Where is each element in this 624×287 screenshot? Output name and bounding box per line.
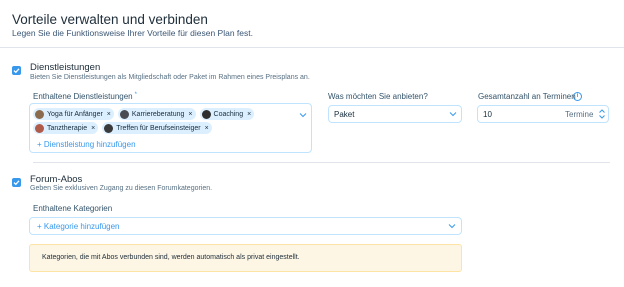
service-avatar <box>119 109 129 119</box>
divider <box>33 162 610 163</box>
benefits-panel: Vorteile verwalten und verbinden Legen S… <box>0 0 624 287</box>
services-description: Bieten Sie Dienstleistungen als Mitglied… <box>30 74 310 81</box>
notice-text: Kategorien, die mit Abos verbunden sind,… <box>42 254 300 261</box>
included-services-label-text: Enthaltene Dienstleistungen <box>33 92 133 101</box>
service-avatar <box>35 109 44 119</box>
service-avatar <box>35 123 44 133</box>
chip-row-1: Yoga für Anfänger × Karriereberatung × C… <box>33 108 255 120</box>
chip-label: Karriereberatung <box>131 110 185 118</box>
chevron-down-icon[interactable] <box>448 223 456 229</box>
service-chip: Treffen für Berufseinsteiger × <box>102 122 212 134</box>
chip-label: Coaching <box>213 110 244 118</box>
remove-chip-icon[interactable]: × <box>107 111 111 118</box>
total-sessions-unit: Termine <box>565 110 594 119</box>
services-title: Dienstleistungen <box>30 62 101 73</box>
add-service-link[interactable]: + Dienstleistung hinzufügen <box>37 140 136 149</box>
remove-chip-icon[interactable]: × <box>91 125 95 132</box>
forum-description: Geben Sie exklusiven Zugang zu diesen Fo… <box>30 185 213 192</box>
service-chip: Tanztherapie × <box>33 122 99 134</box>
included-services-label: Enthaltene Dienstleistungen * <box>33 92 137 101</box>
privacy-notice: Kategorien, die mit Abos verbunden sind,… <box>29 244 462 272</box>
service-chip: Coaching × <box>199 108 255 120</box>
service-chip: Karriereberatung × <box>117 108 196 120</box>
offer-value: Paket <box>334 110 355 119</box>
remove-chip-icon[interactable]: × <box>188 111 192 118</box>
forum-checkbox[interactable] <box>12 178 21 187</box>
remove-chip-icon[interactable]: × <box>247 111 251 118</box>
categories-label: Enthaltene Kategorien <box>33 204 113 213</box>
chevron-down-icon[interactable] <box>299 112 307 118</box>
page-title: Vorteile verwalten und verbinden <box>12 12 208 27</box>
service-avatar <box>104 123 114 133</box>
offer-label: Was möchten Sie anbieten? <box>328 92 428 101</box>
remove-chip-icon[interactable]: × <box>205 125 209 132</box>
chevron-down-icon[interactable] <box>449 111 457 117</box>
info-icon[interactable]: i <box>573 92 582 101</box>
checkmark-icon <box>13 68 20 74</box>
chip-label: Yoga für Anfänger <box>47 110 103 118</box>
total-sessions-value: 10 <box>483 110 492 119</box>
forum-title: Forum-Abos <box>30 174 83 185</box>
checkmark-icon <box>13 180 20 186</box>
total-sessions-label: Gesamtanzahl an Terminen <box>478 92 576 101</box>
services-checkbox[interactable] <box>12 66 21 75</box>
divider <box>0 47 624 48</box>
chip-row-2: Tanztherapie × Treffen für Berufseinstei… <box>33 122 212 134</box>
chip-label: Tanztherapie <box>47 124 88 132</box>
page-subtitle: Legen Sie die Funktionsweise Ihrer Vorte… <box>12 28 253 38</box>
required-mark: * <box>134 92 137 98</box>
add-category-link[interactable]: + Kategorie hinzufügen <box>37 222 120 231</box>
chip-label: Treffen für Berufseinsteiger <box>116 124 201 132</box>
stepper-icon[interactable] <box>598 108 606 120</box>
service-avatar <box>201 109 211 119</box>
service-chip: Yoga für Anfänger × <box>33 108 114 120</box>
